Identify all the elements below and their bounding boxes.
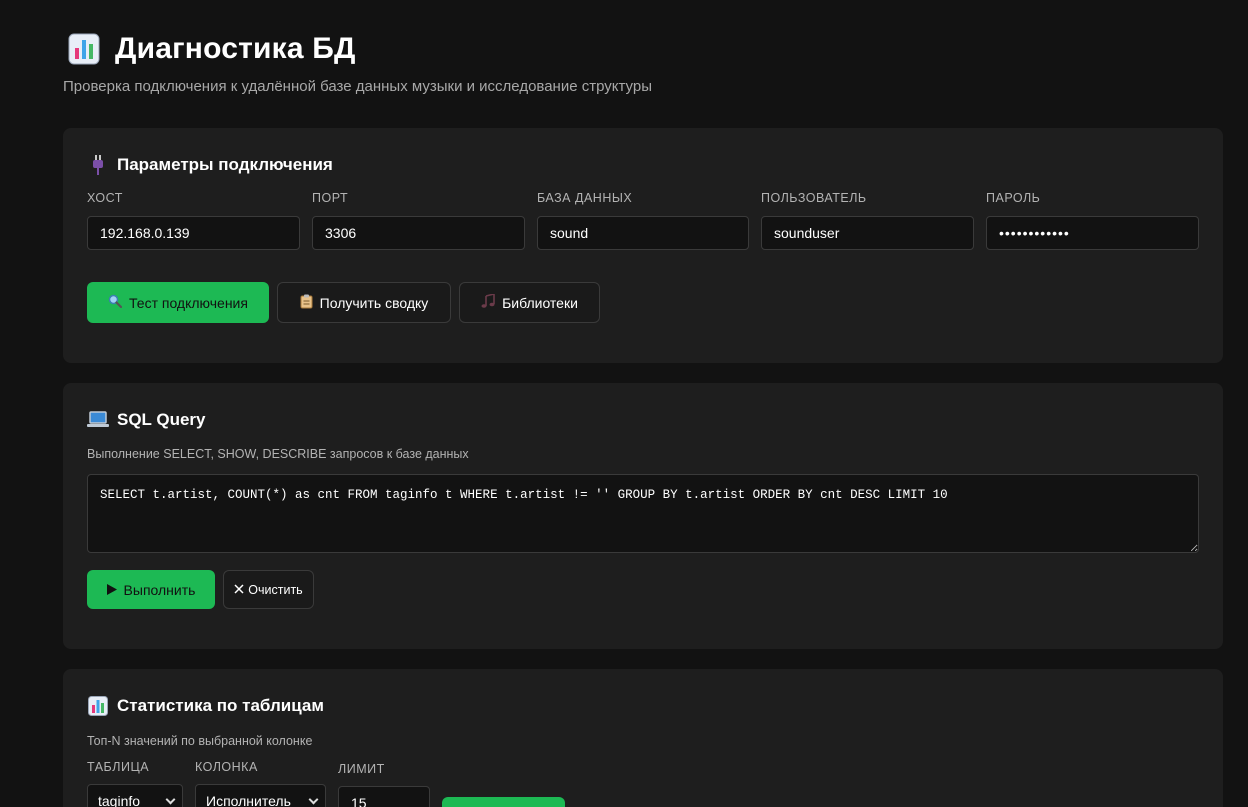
table-select[interactable]: taginfo (87, 784, 183, 807)
run-query-label: Выполнить (123, 581, 196, 598)
sql-title-text: SQL Query (117, 410, 206, 429)
test-connection-label: Тест подключения (129, 294, 248, 311)
password-label: ПАРОЛЬ (986, 191, 1041, 205)
close-icon (234, 583, 244, 597)
table-label: ТАБЛИЦА (87, 760, 150, 774)
port-label: ПОРТ (312, 191, 349, 205)
show-stats-button[interactable] (442, 797, 565, 807)
host-label: ХОСТ (87, 191, 123, 205)
column-label: КОЛОНКА (195, 760, 258, 774)
user-input[interactable] (761, 216, 974, 250)
password-input[interactable] (986, 216, 1199, 250)
table-select-value: taginfo (98, 793, 141, 807)
run-query-button[interactable]: Выполнить (87, 570, 215, 609)
database-input[interactable] (537, 216, 749, 250)
laptop-icon (87, 409, 109, 431)
page-title: Диагностика БД (115, 32, 356, 65)
page-subtitle: Проверка подключения к удалённой базе да… (63, 78, 652, 95)
plug-icon (87, 154, 109, 176)
connection-card: Параметры подключения ХОСТ ПОРТ БАЗА ДАН… (63, 128, 1223, 363)
host-input[interactable] (87, 216, 300, 250)
stats-title: Статистика по таблицам (87, 695, 324, 717)
magnifier-icon (108, 294, 123, 311)
connection-title-text: Параметры подключения (117, 155, 333, 174)
connection-title: Параметры подключения (87, 154, 333, 176)
column-select[interactable]: Исполнитель (195, 784, 326, 807)
bar-chart-icon (67, 32, 101, 66)
clear-query-button[interactable]: Очистить (223, 570, 314, 609)
sql-query-input[interactable] (87, 474, 1199, 553)
play-icon (106, 582, 117, 598)
test-connection-button[interactable]: Тест подключения (87, 282, 269, 323)
sql-title: SQL Query (87, 409, 206, 431)
chevron-down-icon (308, 794, 319, 804)
column-select-value: Исполнитель (206, 793, 291, 807)
limit-label: ЛИМИТ (338, 762, 385, 776)
chevron-down-icon (165, 794, 176, 804)
get-summary-label: Получить сводку (319, 294, 429, 311)
bar-chart-icon (87, 695, 109, 717)
libraries-label: Библиотеки (502, 294, 578, 311)
get-summary-button[interactable]: Получить сводку (277, 282, 451, 323)
limit-input[interactable] (338, 786, 430, 807)
sql-description: Выполнение SELECT, SHOW, DESCRIBE запрос… (87, 447, 469, 461)
clipboard-icon (300, 294, 313, 312)
sql-card: SQL Query Выполнение SELECT, SHOW, DESCR… (63, 383, 1223, 649)
stats-description: Топ-N значений по выбранной колонке (87, 734, 313, 748)
database-label: БАЗА ДАННЫХ (537, 191, 633, 205)
user-label: ПОЛЬЗОВАТЕЛЬ (761, 191, 867, 205)
page-header: Диагностика БД (67, 32, 356, 66)
port-input[interactable] (312, 216, 525, 250)
clear-query-label: Очистить (248, 582, 303, 597)
stats-card: Статистика по таблицам Топ-N значений по… (63, 669, 1223, 807)
stats-title-text: Статистика по таблицам (117, 696, 324, 715)
libraries-button[interactable]: Библиотеки (459, 282, 600, 323)
music-note-icon (481, 292, 495, 311)
